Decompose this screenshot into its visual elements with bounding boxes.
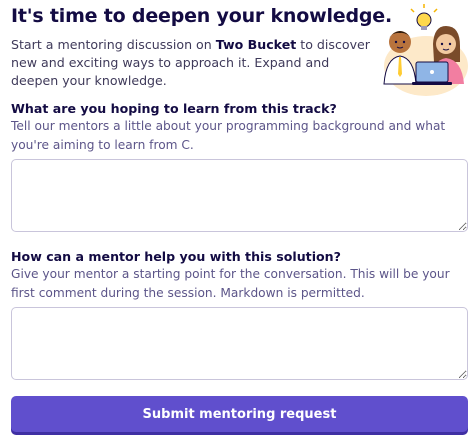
mentoring-illustration-icon (378, 4, 470, 98)
question-two-title: How can a mentor help you with this solu… (11, 249, 341, 264)
lightbulb-icon (410, 4, 438, 30)
question-one-description: Tell our mentors a little about your pro… (11, 119, 446, 152)
mentoring-request-page: It's time to deepen your knowledge. Star… (0, 0, 474, 444)
submit-mentoring-request-button[interactable]: Submit mentoring request (11, 396, 468, 432)
intro-prefix: Start a mentoring discussion on (11, 37, 216, 52)
page-title: It's time to deepen your knowledge. (11, 5, 392, 27)
laptop-icon (412, 61, 452, 85)
question-one-title: What are you hoping to learn from this t… (11, 101, 337, 116)
question-two-description: Give your mentor a starting point for th… (11, 267, 450, 300)
track-name: Two Bucket (215, 37, 297, 52)
mentor-help-textarea[interactable] (11, 307, 468, 380)
learning-goals-textarea[interactable] (11, 159, 468, 232)
intro-text: Start a mentoring discussion on Two Buck… (11, 36, 371, 90)
